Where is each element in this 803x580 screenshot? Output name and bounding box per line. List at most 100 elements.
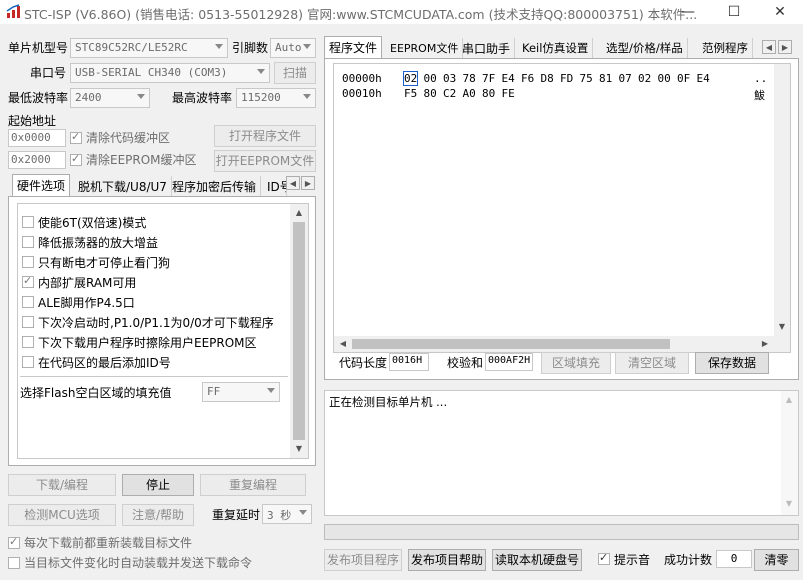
tab-scroll-right-icon[interactable]: ▶ — [301, 176, 315, 190]
scroll-thumb[interactable] — [293, 222, 305, 440]
option-checkbox[interactable] — [22, 256, 34, 268]
log-scrollbar[interactable]: ▲ ▼ — [781, 391, 798, 515]
minimize-button[interactable]: — — [665, 0, 711, 24]
hex-byte[interactable]: 02 — [402, 71, 419, 86]
hex-byte[interactable]: 00 — [424, 72, 437, 85]
scroll-right-icon[interactable]: ▶ — [758, 337, 772, 351]
hex-byte[interactable]: 78 — [463, 72, 476, 85]
clear-area-button[interactable]: 清空区域 — [615, 352, 689, 374]
tab-keil-simulation[interactable]: Keil仿真设置 — [518, 38, 594, 58]
hex-byte[interactable]: 03 — [443, 72, 456, 85]
chevron-down-icon — [299, 510, 307, 515]
option-checkbox[interactable] — [22, 336, 34, 348]
maximize-button[interactable]: ☐ — [711, 0, 757, 24]
option-checkbox[interactable] — [22, 296, 34, 308]
max-baud-select[interactable]: 115200 — [236, 88, 316, 108]
read-disk-id-button[interactable]: 读取本机硬盘号 — [492, 549, 582, 571]
tab-selection-price[interactable]: 选型/价格/样品 — [602, 38, 688, 58]
hex-byte[interactable]: A0 — [463, 87, 476, 100]
tab-sample-programs[interactable]: 范例程序 — [698, 38, 753, 58]
scroll-up-icon[interactable]: ▲ — [782, 393, 796, 407]
serial-port-select[interactable]: USB-SERIAL CH340 (COM3) — [70, 63, 270, 83]
hex-byte[interactable]: C2 — [443, 87, 456, 100]
checksum-field: 000AF2H — [485, 353, 533, 371]
download-program-button[interactable]: 下载/编程 — [8, 474, 116, 496]
open-eeprom-file-button[interactable]: 打开EEPROM文件 — [214, 150, 316, 172]
scroll-left-icon[interactable]: ◀ — [336, 337, 350, 351]
min-baud-select[interactable]: 2400 — [70, 88, 150, 108]
hex-byte[interactable]: F5 — [404, 87, 417, 100]
hex-byte[interactable]: D8 — [541, 72, 554, 85]
hex-v-scrollbar[interactable]: ▼ — [774, 64, 790, 352]
stop-button[interactable]: 停止 — [122, 474, 194, 496]
hex-byte[interactable]: 81 — [599, 72, 612, 85]
tab-program-file[interactable]: 程序文件 — [324, 36, 383, 58]
hex-byte[interactable]: FE — [502, 87, 515, 100]
tab-scroll-left-icon[interactable]: ◀ — [762, 40, 776, 54]
hex-byte[interactable]: 80 — [482, 87, 495, 100]
hex-byte[interactable]: 00 — [658, 72, 671, 85]
option-label: 下次冷启动时,P1.0/P1.1为0/0才可下载程序 — [38, 316, 274, 330]
eeprom-address-field[interactable]: 0x2000 — [8, 151, 66, 169]
hex-byte[interactable]: 07 — [619, 72, 632, 85]
tab-scroll-left-icon[interactable]: ◀ — [286, 176, 300, 190]
repeat-program-button[interactable]: 重复编程 — [200, 474, 306, 496]
tab-scroll-right-icon[interactable]: ▶ — [778, 40, 792, 54]
pin-count-select[interactable]: Auto — [270, 38, 316, 58]
clear-eeprom-checkbox[interactable] — [70, 152, 82, 166]
hex-byte[interactable]: 7F — [482, 72, 495, 85]
help-button[interactable]: 注意/帮助 — [122, 504, 194, 526]
option-checkbox[interactable] — [22, 274, 34, 288]
hardware-options-panel: 使能6T(双倍速)模式降低振荡器的放大增益只有断电才可停止看门狗内部扩展RAM可… — [8, 196, 316, 466]
clear-count-button[interactable]: 清零 — [754, 549, 799, 571]
code-address-field[interactable]: 0x0000 — [8, 129, 66, 147]
hex-h-scrollbar[interactable]: ◀ ▶ — [334, 336, 774, 352]
scan-button[interactable]: 扫描 — [274, 62, 316, 84]
tab-hardware-options[interactable]: 硬件选项 — [12, 174, 71, 196]
hex-byte[interactable]: 0F — [677, 72, 690, 85]
repeat-delay-select[interactable]: 3 秒 — [262, 504, 312, 524]
close-button[interactable]: ✕ — [757, 0, 803, 24]
publish-help-button[interactable]: 发布项目帮助 — [408, 549, 486, 571]
tab-offline-download[interactable]: 脱机下载/U8/U7 — [74, 176, 172, 196]
option-checkbox[interactable] — [22, 316, 34, 328]
checksum-label: 校验和 — [447, 356, 484, 370]
h-scroll-thumb[interactable] — [352, 339, 670, 349]
tab-eeprom-file[interactable]: EEPROM文件 — [386, 38, 464, 58]
publish-project-button[interactable]: 发布项目程序 — [324, 549, 402, 571]
min-baud-value: 2400 — [75, 91, 102, 104]
sound-checkbox[interactable] — [598, 551, 610, 565]
hex-byte[interactable]: F6 — [521, 72, 534, 85]
hex-byte[interactable]: 02 — [638, 72, 651, 85]
tab-id-number[interactable]: ID号 — [263, 176, 287, 196]
detect-mcu-button[interactable]: 检测MCU选项 — [8, 504, 116, 526]
reload-each-label: 每次下载前都重新装载目标文件 — [24, 536, 193, 550]
scroll-up-icon[interactable]: ▲ — [292, 206, 306, 220]
reload-each-checkbox[interactable] — [8, 535, 20, 549]
code-length-label: 代码长度 — [339, 356, 388, 370]
scroll-down-icon[interactable]: ▼ — [782, 497, 796, 511]
hex-byte[interactable]: E4 — [502, 72, 515, 85]
hex-byte[interactable]: 80 — [424, 87, 437, 100]
mcu-type-select[interactable]: STC89C52RC/LE52RC — [70, 38, 228, 58]
hex-byte[interactable]: FD — [560, 72, 573, 85]
option-checkbox[interactable] — [22, 236, 34, 248]
save-data-button[interactable]: 保存数据 — [695, 352, 769, 374]
open-program-file-button[interactable]: 打开程序文件 — [214, 125, 316, 147]
hex-editor[interactable]: 00000h 02 00 03 78 7F E4 F6 D8 FD 75 81 07 02 00 0F E4..… — [333, 63, 791, 353]
scroll-down-icon[interactable]: ▼ — [775, 320, 789, 334]
option-checkbox[interactable] — [22, 356, 34, 368]
hex-byte[interactable]: 75 — [580, 72, 593, 85]
fill-area-button[interactable]: 区域填充 — [541, 352, 611, 374]
log-output[interactable]: 正在检测目标单片机 ... ▲ ▼ — [324, 390, 799, 516]
tab-serial-assistant[interactable]: 串口助手 — [458, 38, 516, 58]
tab-encrypted-transfer[interactable]: 程序加密后传输 — [168, 176, 262, 196]
clear-code-checkbox[interactable] — [70, 130, 82, 144]
hex-byte[interactable]: E4 — [697, 72, 710, 85]
scroll-down-icon[interactable]: ▼ — [292, 442, 306, 456]
auto-reload-checkbox[interactable] — [8, 557, 20, 569]
flash-fill-select[interactable]: FF — [202, 382, 280, 402]
option-checkbox[interactable] — [22, 216, 34, 228]
serial-port-label: 串口号 — [30, 66, 67, 80]
options-scrollbar[interactable]: ▲ ▼ — [290, 204, 308, 458]
